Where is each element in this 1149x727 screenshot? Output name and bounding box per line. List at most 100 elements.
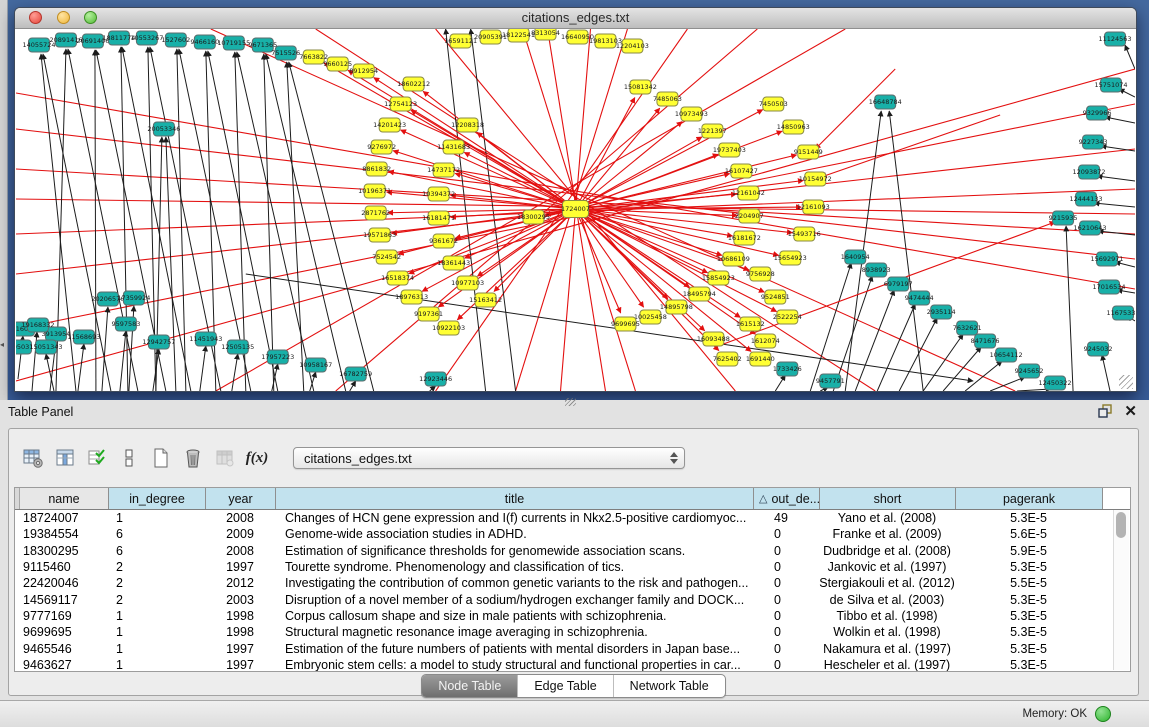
table-row[interactable]: 1938455462009Genome-wide association stu… xyxy=(15,526,1130,542)
table-cell[interactable]: 1997 xyxy=(205,657,275,672)
table-cell[interactable]: 0 xyxy=(753,543,819,559)
close-panel-icon[interactable]: ✕ xyxy=(1124,402,1137,420)
new-table-icon[interactable] xyxy=(149,446,173,470)
table-cell[interactable]: Embryonic stem cells: a model to study s… xyxy=(275,657,753,672)
table-cell[interactable]: 1 xyxy=(108,608,205,624)
table-cell[interactable]: Structural magnetic resonance image aver… xyxy=(275,624,753,640)
table-row[interactable]: 977716911998Corpus callosum shape and si… xyxy=(15,608,1130,624)
table-cell[interactable]: 1 xyxy=(108,657,205,672)
table-cell[interactable]: Tourette syndrome. Phenomenology and cla… xyxy=(275,559,753,575)
table-row[interactable]: 1872400712008Changes of HCN gene express… xyxy=(15,510,1130,526)
table-settings-icon[interactable] xyxy=(21,446,45,470)
table-cell[interactable]: 0 xyxy=(753,575,819,591)
table-cell[interactable]: 1998 xyxy=(205,608,275,624)
table-cell[interactable]: Changes of HCN gene expression and I(f) … xyxy=(275,510,753,526)
table-cell[interactable]: Stergiakouli et al. (2012) xyxy=(819,575,955,591)
table-selector[interactable]: citations_edges.txt xyxy=(293,447,685,469)
table-row[interactable]: 946554611997Estimation of the future num… xyxy=(15,640,1130,656)
function-builder-icon[interactable]: f(x) xyxy=(245,446,269,470)
minimize-window-button[interactable] xyxy=(57,11,70,24)
table-cell[interactable]: 5.3E-5 xyxy=(955,641,1102,657)
table-cell[interactable]: 1997 xyxy=(205,641,275,657)
table-cell[interactable]: Corpus callosum shape and size in male p… xyxy=(275,608,753,624)
table-cell[interactable]: Jankovic et al. (1997) xyxy=(819,559,955,575)
table-cell[interactable]: Franke et al. (2009) xyxy=(819,526,955,542)
table-cell[interactable]: 2 xyxy=(108,559,205,575)
show-columns-icon[interactable] xyxy=(53,446,77,470)
table-cell[interactable]: 1997 xyxy=(205,559,275,575)
table-cell[interactable]: 5.3E-5 xyxy=(955,510,1102,526)
table-cell[interactable]: Estimation of the future numbers of pati… xyxy=(275,641,753,657)
table-cell[interactable]: 0 xyxy=(753,526,819,542)
table-cell[interactable]: 0 xyxy=(753,559,819,575)
table-cell[interactable]: 0 xyxy=(753,624,819,640)
table-row[interactable]: 969969511998Structural magnetic resonanc… xyxy=(15,624,1130,640)
column-header-title[interactable]: title xyxy=(276,488,754,509)
column-header-out_de[interactable]: △out_de... xyxy=(754,488,820,509)
table-cell[interactable]: 2003 xyxy=(205,592,275,608)
table-cell[interactable]: 2008 xyxy=(205,510,275,526)
table-cell[interactable]: 6 xyxy=(108,543,205,559)
network-window[interactable]: citations_edges.txt 14055724208914162069… xyxy=(14,7,1137,392)
float-window-icon[interactable] xyxy=(1097,403,1113,422)
table-cell[interactable]: 2009 xyxy=(205,526,275,542)
table-cell[interactable]: Genome-wide association studies in ADHD. xyxy=(275,526,753,542)
table-row[interactable]: 946362711997Embryonic stem cells: a mode… xyxy=(15,657,1130,672)
table-cell[interactable]: 1 xyxy=(108,510,205,526)
citation-network-graph[interactable]: 1405572420891416206914061881177410553267… xyxy=(16,29,1135,391)
table-cell[interactable]: 9777169 xyxy=(19,608,108,624)
table-cell[interactable]: 2 xyxy=(108,592,205,608)
table-cell[interactable]: Hescheler et al. (1997) xyxy=(819,657,955,672)
table-cell[interactable]: de Silva et al. (2003) xyxy=(819,592,955,608)
collapse-arrow-icon[interactable]: ◂ xyxy=(0,340,4,349)
table-cell[interactable]: 18300295 xyxy=(19,543,108,559)
left-panel-divider[interactable]: ◂ xyxy=(0,0,8,400)
column-header-year[interactable]: year xyxy=(206,488,276,509)
table-cell[interactable]: 1 xyxy=(108,641,205,657)
table-cell[interactable]: Estimation of significance thresholds fo… xyxy=(275,543,753,559)
table-cell[interactable]: 5.6E-5 xyxy=(955,526,1102,542)
table-cell[interactable]: 2 xyxy=(108,575,205,591)
select-columns-icon[interactable] xyxy=(85,446,109,470)
table-cell[interactable]: Wolkin et al. (1998) xyxy=(819,624,955,640)
table-row[interactable]: 1830029562008Estimation of significance … xyxy=(15,543,1130,559)
table-cell[interactable]: 5.3E-5 xyxy=(955,592,1102,608)
table-cell[interactable]: 5.3E-5 xyxy=(955,608,1102,624)
close-window-button[interactable] xyxy=(29,11,42,24)
import-table-icon[interactable] xyxy=(213,446,237,470)
tab-node-table[interactable]: Node Table xyxy=(422,675,517,697)
table-cell[interactable]: 1 xyxy=(108,624,205,640)
table-row[interactable]: 911546021997Tourette syndrome. Phenomeno… xyxy=(15,559,1130,575)
table-cell[interactable]: 5.3E-5 xyxy=(955,657,1102,672)
table-row[interactable]: 1456911722003Disruption of a novel membe… xyxy=(15,591,1130,607)
column-header-short[interactable]: short xyxy=(820,488,956,509)
tab-edge-table[interactable]: Edge Table xyxy=(517,675,612,697)
table-cell[interactable]: 9465546 xyxy=(19,641,108,657)
row-height-icon[interactable] xyxy=(117,446,141,470)
table-cell[interactable]: 14569117 xyxy=(19,592,108,608)
table-cell[interactable]: Investigating the contribution of common… xyxy=(275,575,753,591)
table-cell[interactable]: 6 xyxy=(108,526,205,542)
column-header-name[interactable]: name xyxy=(20,488,109,509)
table-cell[interactable]: 2008 xyxy=(205,543,275,559)
table-cell[interactable]: 0 xyxy=(753,657,819,672)
table-cell[interactable]: 0 xyxy=(753,608,819,624)
table-row[interactable]: 2242004622012Investigating the contribut… xyxy=(15,575,1130,591)
tab-network-table[interactable]: Network Table xyxy=(613,675,725,697)
table-cell[interactable]: Nakamura et al. (1997) xyxy=(819,641,955,657)
table-cell[interactable]: 19384554 xyxy=(19,526,108,542)
table-scrollbar[interactable] xyxy=(1113,510,1129,670)
table-cell[interactable]: 49 xyxy=(753,510,819,526)
table-cell[interactable]: 5.3E-5 xyxy=(955,624,1102,640)
table-cell[interactable]: 18724007 xyxy=(19,510,108,526)
table-cell[interactable]: Dudbridge et al. (2008) xyxy=(819,543,955,559)
table-cell[interactable]: 2012 xyxy=(205,575,275,591)
table-cell[interactable]: 5.5E-5 xyxy=(955,575,1102,591)
table-cell[interactable]: 1998 xyxy=(205,624,275,640)
zoom-window-button[interactable] xyxy=(84,11,97,24)
table-cell[interactable]: 0 xyxy=(753,641,819,657)
table-cell[interactable]: Yano et al. (2008) xyxy=(819,510,955,526)
window-titlebar[interactable]: citations_edges.txt xyxy=(15,8,1136,29)
scrollbar-thumb[interactable] xyxy=(1116,512,1126,538)
column-header-pagerank[interactable]: pagerank xyxy=(956,488,1103,509)
